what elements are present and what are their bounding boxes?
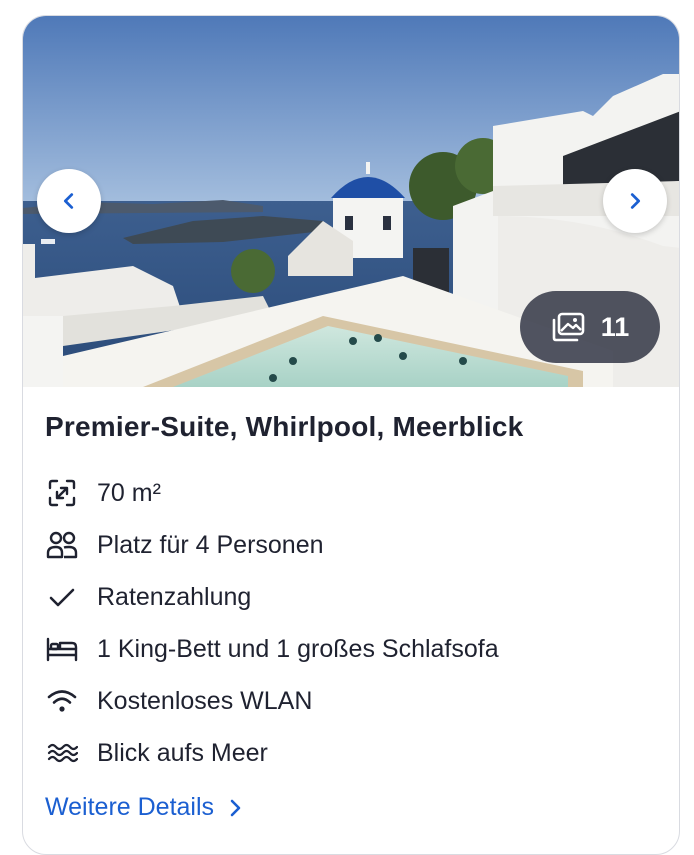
amenity-item-payment: Ratenzahlung <box>45 571 657 623</box>
amenity-label: Ratenzahlung <box>97 582 252 611</box>
amenity-label: 1 King-Bett und 1 großes Schlafsofa <box>97 634 499 663</box>
room-photo-carousel[interactable]: 11 <box>23 16 679 387</box>
previous-photo-button[interactable] <box>37 169 101 233</box>
more-details-label: Weitere Details <box>45 793 215 821</box>
amenity-label: Kostenloses WLAN <box>97 686 313 715</box>
amenity-item-size: 70 m² <box>45 467 657 519</box>
chevron-right-icon <box>230 799 241 816</box>
amenity-label: 70 m² <box>97 478 161 507</box>
waves-icon <box>45 736 79 770</box>
room-card: 11 Premier-Suite, Whirlpool, Meerblick 7… <box>22 15 680 855</box>
chevron-right-icon <box>630 193 641 209</box>
checkmark-icon <box>45 580 79 614</box>
wifi-icon <box>45 684 79 718</box>
room-info: Premier-Suite, Whirlpool, Meerblick 70 m… <box>23 387 679 822</box>
room-title: Premier-Suite, Whirlpool, Meerblick <box>45 411 524 442</box>
bed-icon <box>45 632 79 666</box>
amenity-item-beds: 1 King-Bett und 1 großes Schlafsofa <box>45 623 657 675</box>
photo-gallery-button[interactable]: 11 <box>520 291 660 363</box>
people-icon <box>45 528 79 562</box>
area-expand-icon <box>45 476 79 510</box>
amenity-label: Blick aufs Meer <box>97 738 268 767</box>
photo-count: 11 <box>600 311 630 342</box>
photo-gallery-icon <box>552 312 585 342</box>
more-details-link[interactable]: Weitere Details <box>45 793 657 822</box>
amenity-label: Platz für 4 Personen <box>97 530 324 559</box>
chevron-left-icon <box>63 193 74 209</box>
next-photo-button[interactable] <box>603 169 667 233</box>
amenity-item-occupancy: Platz für 4 Personen <box>45 519 657 571</box>
amenity-item-wifi: Kostenloses WLAN <box>45 675 657 727</box>
amenity-list: 70 m² Platz für 4 Personen Ratenzahlung … <box>45 467 657 779</box>
amenity-item-view: Blick aufs Meer <box>45 727 657 779</box>
